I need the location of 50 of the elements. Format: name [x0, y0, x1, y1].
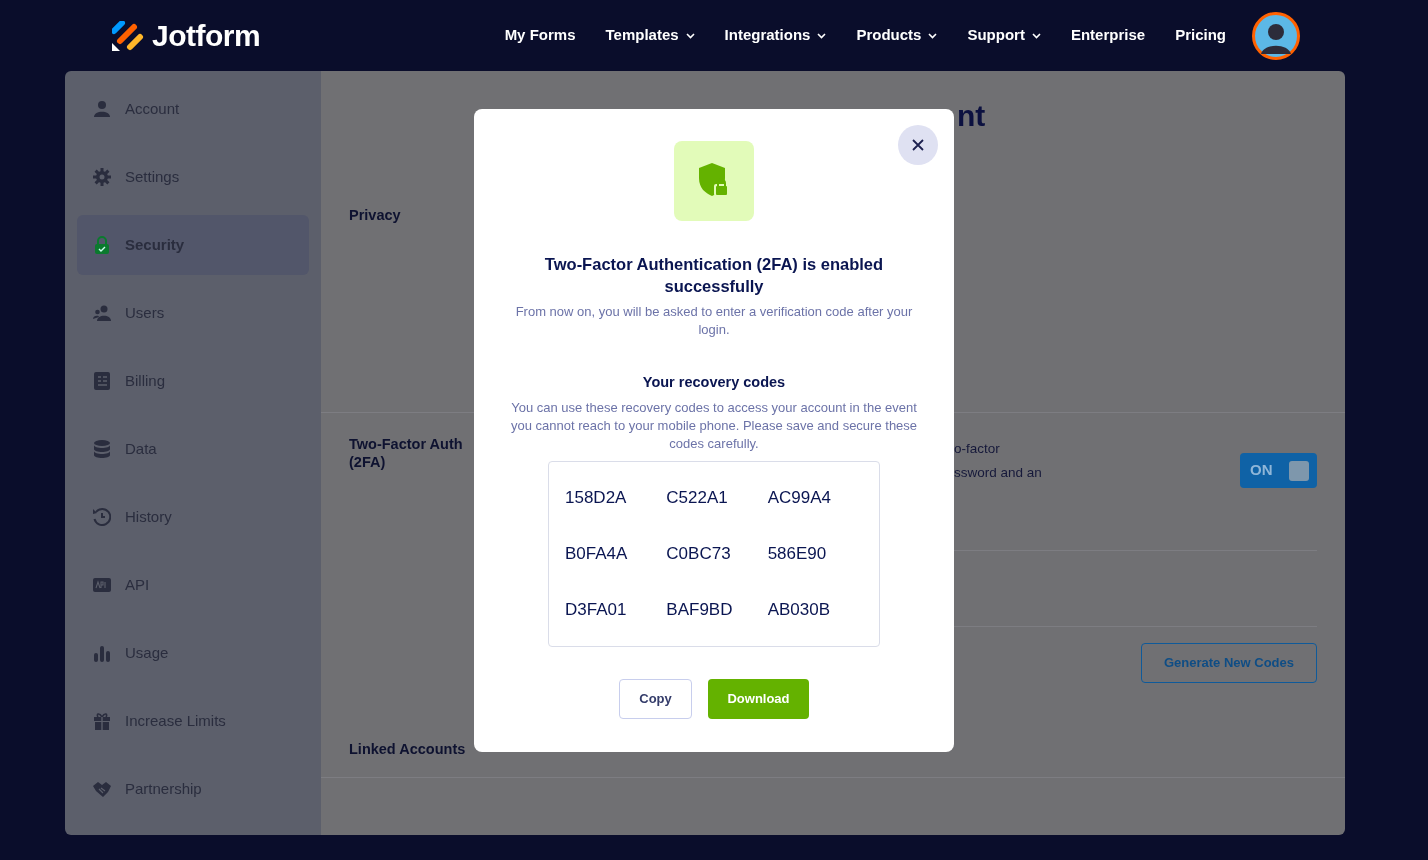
recovery-code: B0FA4A — [565, 543, 629, 565]
section-label: Privacy — [349, 206, 402, 225]
chevron-down-icon — [928, 32, 938, 39]
nav-link[interactable]: Pricing — [1175, 24, 1226, 47]
close-icon — [912, 139, 924, 151]
chevron-down-icon — [1031, 32, 1041, 39]
database-icon — [93, 440, 111, 458]
nav-link[interactable]: Integrations — [724, 24, 827, 47]
gift-icon — [93, 712, 111, 730]
history-icon — [93, 508, 111, 526]
description-text: o-factor — [954, 440, 1001, 458]
nav-link[interactable]: Products — [856, 24, 938, 47]
recovery-code: BAF9BD — [666, 599, 734, 621]
recovery-code: 586E90 — [767, 543, 828, 565]
logo-icon — [112, 20, 144, 51]
recovery-code: D3FA01 — [565, 599, 628, 621]
recovery-code: AB030B — [767, 599, 832, 621]
download-button[interactable]: Download — [708, 679, 809, 719]
nav-link[interactable]: Support — [967, 24, 1041, 47]
codes-description: You can use these recovery codes to access your account in the event you cannot reach to your mobile phone. Please save and secure these codes carefully. — [510, 399, 918, 453]
brand-name[interactable]: Jotform — [152, 13, 261, 58]
recovery-code: C522A1 — [666, 487, 729, 509]
recovery-code: C0BC73 — [666, 543, 732, 565]
section-label: Linked Accounts — [349, 740, 467, 759]
gear-icon — [93, 168, 111, 186]
section-label: Two-Factor Auth (2FA) — [349, 435, 464, 471]
recovery-code: 158D2A — [565, 487, 628, 509]
chevron-down-icon — [817, 32, 827, 39]
dialog-title: Two-Factor Authentication (2FA) is enabled successfully — [543, 254, 885, 297]
recovery-code: AC99A4 — [767, 487, 832, 509]
billing-icon — [93, 372, 111, 390]
api-icon — [93, 576, 111, 594]
nav-link[interactable]: My Forms — [504, 24, 576, 47]
users-icon — [93, 304, 111, 322]
handshake-icon — [93, 780, 111, 798]
copy-button[interactable]: Copy — [619, 679, 692, 719]
close-button[interactable] — [898, 125, 938, 165]
bars-icon — [93, 644, 111, 662]
person-icon — [93, 100, 111, 118]
page-heading: nt — [957, 99, 986, 132]
nav-link[interactable]: Templates — [605, 24, 695, 47]
lock-icon — [93, 236, 111, 254]
description-text: ssword and an — [954, 464, 1043, 482]
dialog-message: From now on, you will be asked to enter a verification code after your login. — [514, 303, 914, 339]
toggle-switch[interactable]: ON — [1240, 453, 1317, 488]
generate-codes-button[interactable]: Generate New Codes — [1141, 643, 1317, 683]
chevron-down-icon — [685, 32, 695, 39]
codes-heading: Your recovery codes — [641, 373, 787, 392]
nav-link[interactable]: Enterprise — [1070, 24, 1146, 47]
avatar[interactable] — [1252, 11, 1300, 60]
